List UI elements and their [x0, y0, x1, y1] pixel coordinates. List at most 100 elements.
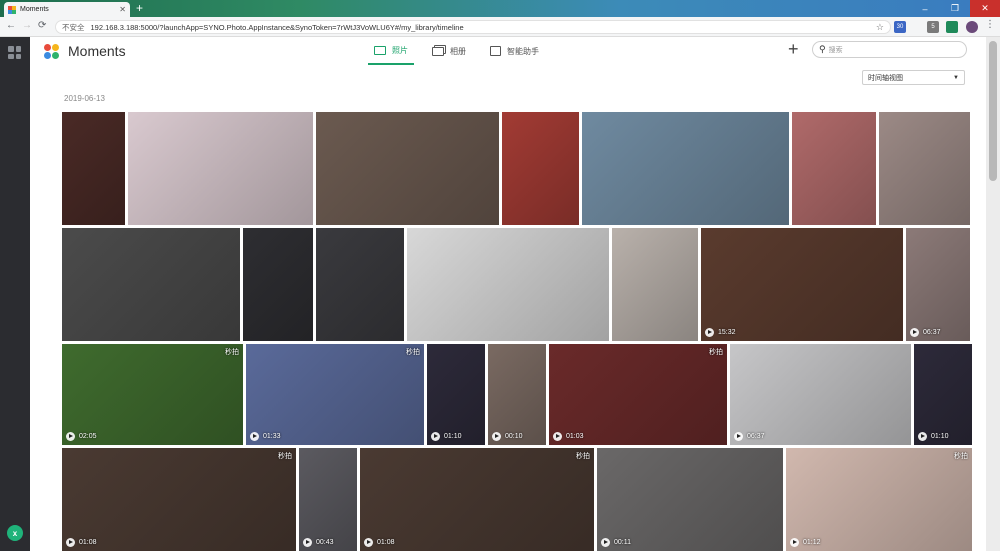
tab-albums[interactable]: 相册 [426, 37, 472, 65]
video-duration: 06:37 [734, 432, 765, 441]
maximize-button[interactable]: ❐ [940, 0, 970, 17]
window-controls: – ❐ ✕ [910, 0, 1000, 17]
photo-icon [374, 45, 386, 55]
photo-thumbnail[interactable] [582, 112, 789, 225]
address-bar[interactable]: 不安全 192.168.3.188:5000/?launchApp=SYNO.P… [55, 20, 891, 34]
close-badge[interactable]: x [7, 525, 23, 541]
watermark-label: 秒拍 [709, 349, 723, 356]
watermark-label: 秒拍 [576, 453, 590, 460]
play-icon [918, 432, 927, 441]
video-thumbnail[interactable]: 01:08 秒拍 [62, 448, 296, 551]
photo-thumbnail[interactable] [62, 228, 240, 341]
add-button[interactable]: + [788, 39, 799, 59]
video-thumbnail[interactable]: 00:11 [597, 448, 783, 551]
tab-photos[interactable]: 照片 [368, 37, 414, 65]
search-placeholder: 搜索 [828, 46, 843, 54]
app-title: Moments [68, 43, 126, 59]
duration-text: 01:12 [803, 539, 821, 546]
minimize-button[interactable]: – [910, 0, 940, 17]
left-sidebar: x [0, 37, 30, 551]
back-icon[interactable]: ← [6, 20, 16, 31]
video-thumbnail[interactable]: 06:37 [906, 228, 970, 341]
duration-text: 00:43 [316, 539, 334, 546]
video-thumbnail[interactable]: 01:10 [914, 344, 972, 445]
video-duration: 02:05 [66, 432, 97, 441]
video-thumbnail[interactable]: 01:33 秒拍 [246, 344, 424, 445]
photo-thumbnail[interactable] [62, 112, 125, 225]
duration-text: 01:10 [931, 433, 949, 440]
video-duration: 00:10 [492, 432, 523, 441]
photo-thumbnail[interactable] [792, 112, 876, 225]
tab-label: 照片 [392, 45, 408, 55]
play-icon [66, 432, 75, 441]
bookmark-star-icon[interactable]: ☆ [876, 22, 884, 33]
video-thumbnail[interactable]: 01:12 秒拍 [786, 448, 972, 551]
search-icon: ⚲ [819, 44, 826, 54]
play-icon [250, 432, 259, 441]
play-icon [553, 432, 562, 441]
duration-text: 01:33 [263, 433, 281, 440]
photo-thumbnail[interactable] [612, 228, 698, 341]
play-icon [734, 432, 743, 441]
watermark-label: 秒拍 [278, 453, 292, 460]
video-duration: 01:08 [364, 538, 395, 547]
video-thumbnail[interactable]: 01:10 [427, 344, 485, 445]
tab-label: 智能助手 [507, 46, 539, 56]
view-mode-select[interactable]: 时间轴视图 ▼ [862, 70, 965, 85]
search-input[interactable]: ⚲ 搜索 [812, 41, 967, 58]
video-thumbnail[interactable]: 00:10 [488, 344, 546, 445]
forward-icon[interactable]: → [22, 20, 32, 31]
photo-thumbnail[interactable] [128, 112, 313, 225]
duration-text: 06:37 [747, 433, 765, 440]
duration-text: 02:05 [79, 433, 97, 440]
scrollbar-thumb[interactable] [989, 41, 997, 181]
tab-assistant[interactable]: 智能助手 [484, 37, 545, 65]
video-thumbnail[interactable]: 15:32 [701, 228, 903, 341]
moments-app: Moments 照片 相册 智能助手 + ⚲ 搜索 时间轴视图 ▼ 2019-0… [30, 37, 986, 551]
play-icon [492, 432, 501, 441]
album-icon [432, 46, 444, 56]
play-icon [364, 538, 373, 547]
url-text: 192.168.3.188:5000/?launchApp=SYNO.Photo… [90, 22, 464, 32]
play-icon [705, 328, 714, 337]
tab-label: 相册 [450, 46, 466, 56]
apps-grid-icon[interactable] [8, 46, 21, 59]
extension-icon[interactable] [946, 21, 958, 33]
video-thumbnail[interactable]: 01:03 秒拍 [549, 344, 727, 445]
new-tab-button[interactable]: + [136, 1, 143, 15]
close-window-button[interactable]: ✕ [970, 0, 1000, 17]
moments-favicon [8, 5, 16, 14]
browser-menu-icon[interactable]: ⋮ [985, 19, 995, 30]
tab-title: Moments [20, 6, 49, 13]
tab-close-icon[interactable]: ✕ [119, 5, 126, 14]
photo-thumbnail[interactable] [407, 228, 609, 341]
video-duration: 01:33 [250, 432, 281, 441]
extension-icon[interactable]: 30 [894, 21, 906, 33]
extension-icon[interactable]: 5 [927, 21, 939, 33]
scrollbar[interactable] [986, 37, 1000, 551]
profile-avatar[interactable] [966, 21, 978, 33]
play-icon [66, 538, 75, 547]
browser-tab[interactable]: Moments ✕ [4, 2, 130, 17]
video-thumbnail[interactable]: 00:43 [299, 448, 357, 551]
photo-thumbnail[interactable] [502, 112, 579, 225]
duration-text: 01:08 [377, 539, 395, 546]
play-icon [601, 538, 610, 547]
photo-thumbnail[interactable] [243, 228, 313, 341]
browser-titlebar: Moments ✕ + – ❐ ✕ [0, 0, 1000, 17]
duration-text: 01:03 [566, 433, 584, 440]
reload-icon[interactable]: ⟳ [38, 20, 46, 31]
video-duration: 15:32 [705, 328, 736, 337]
video-thumbnail[interactable]: 06:37 [730, 344, 911, 445]
play-icon [910, 328, 919, 337]
security-indicator[interactable]: 不安全 [62, 22, 85, 33]
video-thumbnail[interactable]: 01:08 秒拍 [360, 448, 594, 551]
photo-thumbnail[interactable] [316, 112, 499, 225]
play-icon [431, 432, 440, 441]
view-mode-value: 时间轴视图 [868, 74, 903, 82]
assistant-icon [490, 46, 501, 56]
video-thumbnail[interactable]: 02:05 秒拍 [62, 344, 243, 445]
photo-thumbnail[interactable] [879, 112, 970, 225]
video-duration: 06:37 [910, 328, 941, 337]
photo-thumbnail[interactable] [316, 228, 404, 341]
